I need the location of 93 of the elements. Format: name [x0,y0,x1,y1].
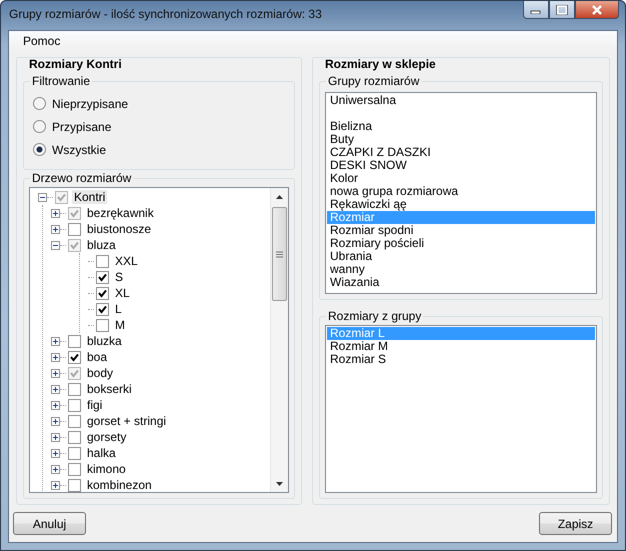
checkbox[interactable] [68,478,81,492]
group-title: Rozmiary z grupy [326,309,424,323]
checkbox[interactable] [68,334,81,348]
checkbox[interactable] [68,462,81,476]
checkbox[interactable] [96,302,109,316]
list-item[interactable]: nowa grupa rozmiarowa [327,185,595,198]
tree-item[interactable]: biustonosze [85,222,154,236]
save-button[interactable]: Zapisz [539,512,612,535]
tree-item[interactable]: bezrękawnik [85,206,156,220]
close-icon [591,4,603,14]
list-item[interactable]: Rozmiary pościeli [327,237,595,250]
tree-item[interactable]: figi [85,398,104,412]
radio-label[interactable]: Wszystkie [52,142,106,156]
checkbox[interactable] [68,238,81,252]
tree-item[interactable]: XXL [113,254,140,268]
expand-icon[interactable] [51,416,60,426]
group-title: Drzewo rozmiarów [30,171,134,185]
radio-button[interactable] [33,143,46,156]
expand-icon[interactable] [51,368,60,378]
minimize-button[interactable] [523,1,549,19]
checkbox[interactable] [96,286,109,300]
tree-item[interactable]: boa [85,350,110,364]
menu-item[interactable]: Pomoc [15,32,68,50]
checkbox[interactable] [55,190,68,204]
scroll-down-icon[interactable] [276,482,283,486]
list-item[interactable]: Rozmiar M [327,340,595,353]
collapse-icon[interactable] [38,192,47,202]
panel-title: Rozmiary w sklepie [325,57,437,71]
expand-icon[interactable] [51,336,60,346]
checkbox[interactable] [68,414,81,428]
expand-icon[interactable] [51,208,60,218]
tree-item[interactable]: bluza [85,238,118,252]
checkbox[interactable] [68,350,81,364]
collapse-icon[interactable] [51,240,60,250]
checkbox[interactable] [96,254,109,268]
radio-button[interactable] [33,120,46,133]
tree-item[interactable]: S [113,270,126,284]
expand-icon[interactable] [51,352,60,362]
expand-icon[interactable] [51,224,60,234]
expand-icon[interactable] [51,448,60,458]
radio-label[interactable]: Przypisane [52,120,112,134]
tree-item[interactable]: XL [113,286,132,300]
tree-item[interactable]: gorset + stringi [85,414,168,428]
radio-label[interactable]: Nieprzypisane [52,96,128,110]
checkbox[interactable] [68,446,81,460]
tree-item[interactable]: bokserki [85,382,134,396]
checkbox[interactable] [68,222,81,236]
list-item[interactable]: wanny [327,263,595,276]
checkbox[interactable] [68,206,81,220]
grip-icon [276,250,283,258]
group-title: Grupy rozmiarów [326,74,422,88]
checkbox[interactable] [68,382,81,396]
list-item[interactable]: Wiazania [327,276,595,289]
tree-item[interactable]: L [113,302,124,316]
checkbox[interactable] [96,318,109,332]
tree-item[interactable]: bluzka [85,334,124,348]
list-item[interactable]: Rozmiar spodni [327,224,595,237]
list-item[interactable]: Uniwersalna [327,94,595,107]
checkbox[interactable] [68,430,81,444]
tree-item[interactable]: Kontri [72,190,108,204]
tree-item[interactable]: kombinezon [85,478,154,492]
expand-icon[interactable] [51,384,60,394]
list-item[interactable]: Bielizna [327,120,595,133]
close-button[interactable] [575,1,619,19]
list-item[interactable]: Buty [327,133,595,146]
maximize-icon [556,4,568,14]
expand-icon[interactable] [51,480,60,490]
tree-item[interactable]: body [85,366,116,380]
window-title: Grupy rozmiarów - ilość synchronizowanych rozmiarów: 33 [9,7,322,21]
panel-title: Rozmiary Kontri [29,57,123,71]
maximize-button[interactable] [549,1,575,19]
tree-item[interactable]: halka [85,446,118,460]
tree-item[interactable]: M [113,318,127,332]
list-item[interactable]: Rozmiar S [327,353,595,366]
expand-icon[interactable] [51,400,60,410]
radio-button[interactable] [33,97,46,110]
scroll-up-icon[interactable] [276,194,283,198]
list-item[interactable]: DESKI SNOW [327,159,595,172]
list-item[interactable]: Rękawiczki ąę [327,198,595,211]
scroll-thumb[interactable] [272,207,287,301]
list-item[interactable]: Kolor [327,172,595,185]
group-title: Filtrowanie [30,74,92,88]
tree-item[interactable]: kimono [85,462,128,476]
list-item[interactable]: CZAPKI Z DASZKI [327,146,595,159]
checkbox[interactable] [96,270,109,284]
expand-icon[interactable] [51,464,60,474]
expand-icon[interactable] [51,432,60,442]
list-item[interactable]: Ubrania [327,250,595,263]
tree-item[interactable]: gorsety [85,430,128,444]
cancel-button[interactable]: Anuluj [13,512,86,535]
checkbox[interactable] [68,366,81,380]
scrollbar[interactable] [270,188,288,492]
checkbox[interactable] [68,398,81,412]
